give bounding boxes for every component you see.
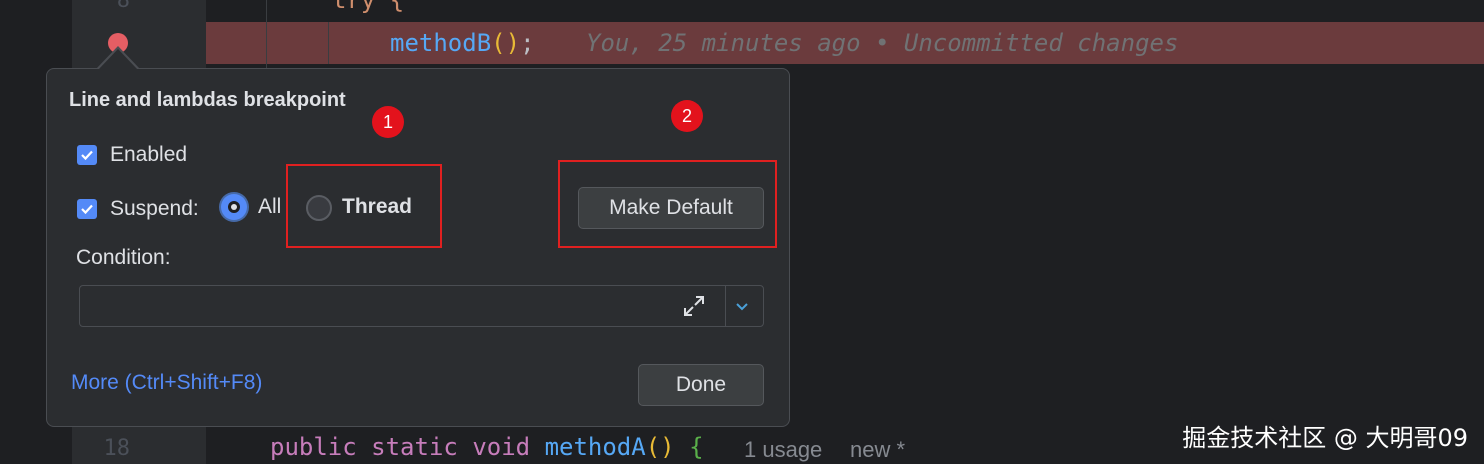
indent-guide (266, 0, 267, 70)
radio-all[interactable] (221, 194, 247, 220)
watermark: 掘金技术社区 @ 大明哥09 (1182, 424, 1468, 452)
enabled-label[interactable]: Enabled (110, 143, 187, 167)
popup-title: Line and lambdas breakpoint (69, 89, 346, 111)
parens: () (645, 433, 675, 461)
enabled-checkbox[interactable] (77, 145, 97, 165)
annotation-box-make-default (558, 160, 777, 248)
line-number-top: 8 (116, 0, 130, 13)
code-line-method-b[interactable]: methodB(); (390, 29, 535, 57)
chevron-down-icon[interactable] (734, 298, 750, 314)
parens: () (491, 29, 521, 57)
code-line-try[interactable]: try { (332, 0, 404, 14)
method-call: methodB (390, 29, 492, 57)
line-number-bottom: 18 (103, 436, 131, 461)
annotation-badge-1: 1 (372, 106, 404, 138)
keyword: public (270, 433, 357, 461)
more-link[interactable]: More (Ctrl+Shift+F8) (71, 371, 262, 395)
popup-pointer-inner (98, 49, 138, 70)
annotation-box-thread (286, 164, 442, 248)
condition-input[interactable] (79, 285, 764, 327)
brace: { (689, 433, 704, 461)
git-blame-hint: You, 25 minutes ago • Uncommitted change… (586, 29, 1179, 57)
annotation-badge-2: 2 (671, 100, 703, 132)
semicolon: ; (520, 29, 535, 57)
radio-dot-inner (231, 204, 237, 210)
method-name: methodA (544, 433, 646, 461)
suspend-checkbox[interactable] (77, 199, 97, 219)
usage-hint[interactable]: 1 usage (744, 437, 822, 463)
radio-all-label[interactable]: All (258, 195, 281, 219)
done-button[interactable]: Done (638, 364, 764, 406)
code-line-method-a[interactable]: public static void methodA() { (270, 433, 704, 461)
check-icon (81, 150, 93, 161)
expand-icon[interactable] (682, 294, 706, 318)
keyword: static (371, 433, 458, 461)
condition-label: Condition: (76, 246, 171, 269)
input-separator (725, 286, 726, 326)
indent-guide (328, 22, 329, 64)
suspend-label[interactable]: Suspend: (110, 197, 199, 221)
check-icon (81, 204, 93, 215)
keyword: void (472, 433, 531, 461)
new-hint: new * (850, 437, 906, 462)
